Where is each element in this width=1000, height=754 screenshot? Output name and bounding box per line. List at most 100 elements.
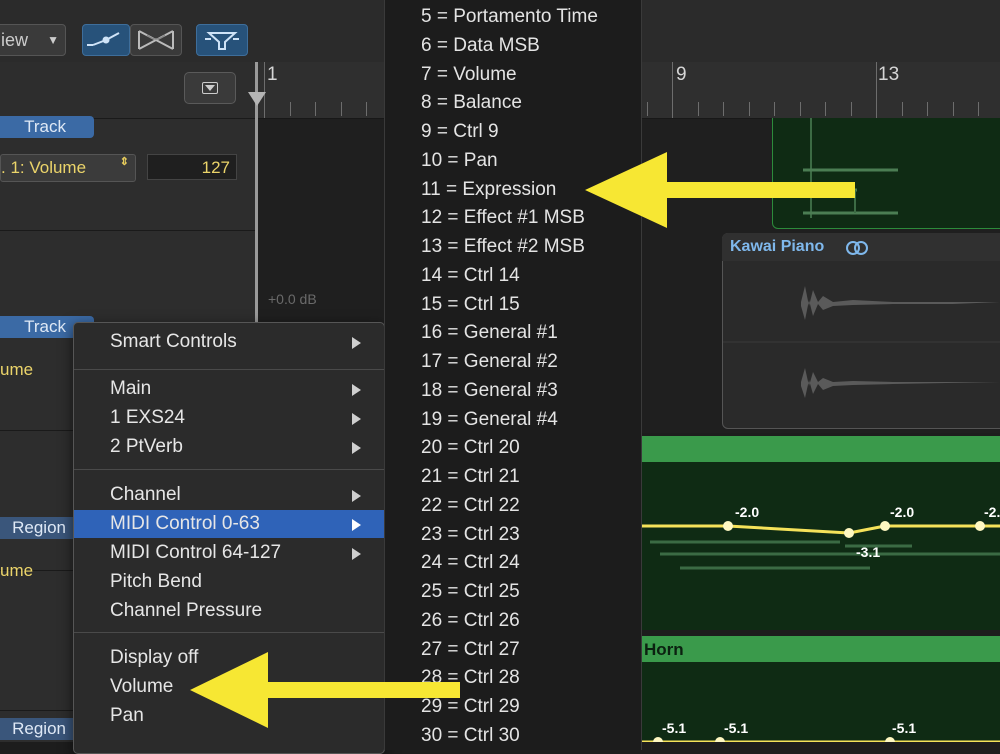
ruler-tick	[646, 102, 648, 116]
submenu-item[interactable]: 8 = Balance	[421, 89, 522, 117]
submenu-item[interactable]: 24 = Ctrl 24	[421, 549, 520, 577]
menu-separator	[74, 632, 384, 633]
automation-lane	[640, 737, 1000, 742]
menu-item-label: Display off	[110, 647, 199, 668]
divider	[0, 230, 256, 231]
menu-item[interactable]: Pitch Bend	[74, 568, 384, 596]
ruler-tick	[264, 62, 265, 118]
submenu-item[interactable]: 14 = Ctrl 14	[421, 262, 520, 290]
submenu-item[interactable]: 5 = Portamento Time	[421, 3, 598, 31]
submenu-item[interactable]: 11 = Expression	[421, 176, 556, 204]
view-menu-label: iew	[1, 30, 29, 50]
filter-tool-button[interactable]	[196, 24, 248, 56]
ruler-tick	[901, 102, 903, 116]
submenu-item[interactable]: 23 = Ctrl 23	[421, 521, 520, 549]
menu-separator	[74, 369, 384, 370]
automation-point-label: -2.0	[890, 504, 915, 520]
region-title: Horn	[644, 640, 684, 659]
audio-waveform	[723, 286, 1000, 398]
automation-curve-icon	[87, 32, 120, 46]
menu-item-label: Pan	[110, 705, 144, 726]
collapse-inspector-button[interactable]	[184, 72, 236, 104]
automation-point-label: -5.1	[892, 720, 917, 736]
menu-item-label: Channel	[110, 484, 181, 505]
submenu-item[interactable]: 18 = General #3	[421, 377, 558, 405]
submenu-item[interactable]: 10 = Pan	[421, 147, 498, 175]
menu-item[interactable]: Smart Controls	[74, 328, 384, 356]
submenu-item[interactable]: 19 = General #4	[421, 406, 558, 434]
annotation-arrow-icon	[190, 652, 460, 728]
volume-db-label: +0.0 dB	[268, 291, 317, 307]
menu-separator	[74, 469, 384, 470]
menu-item-label: 2 PtVerb	[110, 436, 183, 457]
submenu-item[interactable]: 20 = Ctrl 20	[421, 434, 520, 462]
region-title: Kawai Piano	[730, 238, 825, 255]
submenu-item[interactable]: 15 = Ctrl 15	[421, 291, 520, 319]
submenu-item[interactable]: 12 = Effect #1 MSB	[421, 204, 585, 232]
submenu-item[interactable]: 17 = General #2	[421, 348, 558, 376]
menu-item[interactable]: MIDI Control 0-63	[74, 510, 384, 538]
ruler-tick	[799, 102, 801, 116]
ruler-tick	[723, 102, 724, 116]
submenu-item[interactable]: 25 = Ctrl 25	[421, 578, 520, 606]
automation-point-label: -2.0	[735, 504, 760, 520]
crossfade-tool-button[interactable]	[130, 24, 182, 56]
menu-item-label: Smart Controls	[110, 331, 237, 352]
annotation-arrow-icon	[585, 152, 855, 228]
submenu-item[interactable]: 16 = General #1	[421, 319, 558, 347]
submenu-arrow-icon	[352, 413, 361, 425]
ruler-tick	[366, 102, 367, 116]
automation-curve-tool-button[interactable]	[82, 24, 130, 56]
submenu-arrow-icon	[352, 384, 361, 396]
ruler-tick	[748, 102, 750, 116]
menu-item[interactable]: MIDI Control 64-127	[74, 539, 384, 567]
menu-item-label: Channel Pressure	[110, 600, 263, 621]
automation-parameter-select[interactable]: . 1: Volume ⇕	[0, 154, 136, 182]
automation-value-field[interactable]: 127	[147, 154, 237, 180]
menu-item[interactable]: 1 EXS24	[74, 404, 384, 432]
ruler-tick	[978, 102, 979, 116]
submenu-item[interactable]: 13 = Effect #2 MSB	[421, 233, 585, 261]
ruler-tick	[340, 102, 342, 116]
ruler-tick	[876, 62, 877, 118]
submenu-item[interactable]: 7 = Volume	[421, 61, 517, 89]
filter-icon	[205, 32, 239, 50]
submenu-arrow-icon	[352, 519, 361, 531]
menu-item-label: MIDI Control 64-127	[110, 542, 282, 563]
automation-point-label: -3.1	[856, 544, 881, 560]
menu-item[interactable]: Channel Pressure	[74, 597, 384, 625]
crossfade-icon	[138, 30, 174, 50]
menu-item-label: Pitch Bend	[110, 571, 202, 592]
automation-lane	[640, 521, 1000, 570]
ruler-tick	[672, 62, 673, 118]
submenu-item[interactable]: 22 = Ctrl 22	[421, 492, 520, 520]
automation-parameter-label[interactable]: ume	[0, 558, 33, 584]
ruler-tick	[315, 102, 316, 116]
playhead-handle[interactable]	[248, 92, 266, 106]
automation-point-label: -2.	[984, 504, 1000, 520]
submenu-item[interactable]: 9 = Ctrl 9	[421, 118, 499, 146]
menu-item-label: Main	[110, 378, 152, 399]
ruler-tick	[850, 102, 852, 116]
submenu-arrow-icon	[352, 337, 361, 349]
updown-chevron-icon: ⇕	[119, 156, 129, 168]
submenu-item[interactable]: 6 = Data MSB	[421, 32, 540, 60]
submenu-item[interactable]: 21 = Ctrl 21	[421, 463, 520, 491]
chevron-down-icon: ▼	[47, 33, 59, 47]
submenu-arrow-icon	[352, 490, 361, 502]
automation-point-label: -5.1	[662, 720, 687, 736]
automation-parameter-label[interactable]: ume	[0, 357, 33, 383]
menu-item[interactable]: Main	[74, 375, 384, 403]
submenu-item[interactable]: 26 = Ctrl 26	[421, 607, 520, 635]
track-region-toggle[interactable]: Track	[0, 116, 94, 138]
submenu-arrow-icon	[352, 442, 361, 454]
menu-item[interactable]: Channel	[74, 481, 384, 509]
menu-item[interactable]: 2 PtVerb	[74, 433, 384, 461]
menu-item-label: MIDI Control 0-63	[110, 513, 260, 534]
view-menu-button[interactable]: iew ▼	[0, 24, 66, 56]
ruler-tick	[825, 102, 826, 116]
ruler-tick	[952, 102, 954, 116]
ruler-tick	[927, 102, 928, 116]
stereo-link-icon	[846, 240, 868, 261]
ruler-tick	[774, 102, 775, 116]
